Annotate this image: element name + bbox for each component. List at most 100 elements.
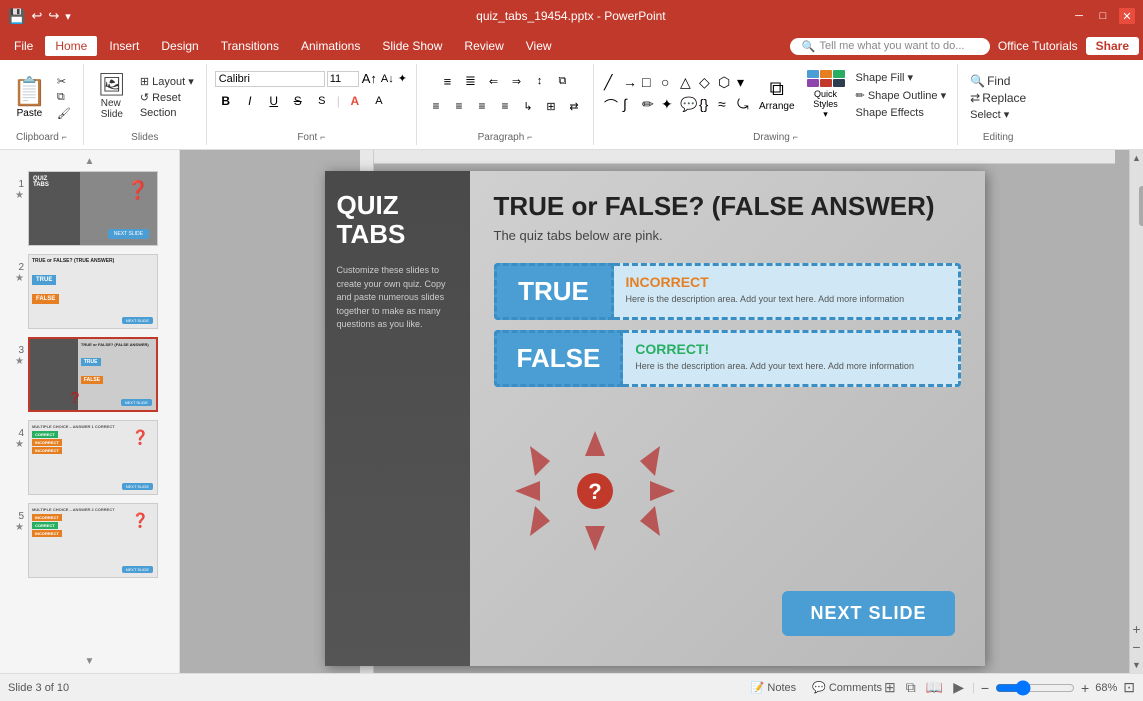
zoom-in-button[interactable]: + xyxy=(1081,680,1089,696)
font-size-input[interactable] xyxy=(327,71,359,87)
fit-window-button[interactable]: ⊡ xyxy=(1123,679,1135,696)
next-slide-button[interactable]: NEXT SLIDE xyxy=(782,591,954,636)
reading-view-button[interactable]: 📖 xyxy=(924,677,945,698)
align-left-button[interactable]: ≡ xyxy=(425,95,447,117)
reset-button[interactable]: ↺ Reset xyxy=(136,90,198,105)
line-spacing-button[interactable]: ↕ xyxy=(528,70,550,92)
underline-button[interactable]: U xyxy=(263,90,285,112)
save-icon[interactable]: 💾 xyxy=(8,8,25,25)
shape-bracket[interactable]: {} xyxy=(697,94,715,118)
menu-file[interactable]: File xyxy=(4,36,43,56)
font-color-button[interactable]: A xyxy=(344,90,366,112)
cut-button[interactable]: ✂ xyxy=(53,74,75,89)
normal-view-button[interactable]: ⊞ xyxy=(882,677,898,698)
shape-fill-button[interactable]: Shape Fill ▾ xyxy=(853,70,950,85)
panel-scroll-down[interactable]: ▼ xyxy=(4,654,175,669)
notes-button[interactable]: 📝 Notes xyxy=(751,681,796,694)
clear-format-button[interactable]: ✦ xyxy=(397,71,408,86)
shape-bezier[interactable]: ∫ xyxy=(621,94,639,118)
shape-circle[interactable]: ○ xyxy=(659,72,677,93)
zoom-out-button[interactable]: − xyxy=(981,680,989,696)
align-center-button[interactable]: ≡ xyxy=(448,95,470,117)
menu-review[interactable]: Review xyxy=(454,36,513,56)
shape-hexagon[interactable]: ⬡ xyxy=(716,72,734,93)
slide-thumb-4[interactable]: 4 ★ MULTIPLE CHOICE – ANSWER 1 CORRECT C… xyxy=(4,418,175,497)
decrease-indent-button[interactable]: ⇐ xyxy=(482,70,504,92)
increase-indent-button[interactable]: ⇒ xyxy=(505,70,527,92)
shape-equation[interactable]: ≈ xyxy=(716,94,734,118)
menu-view[interactable]: View xyxy=(516,36,562,56)
menu-slideshow[interactable]: Slide Show xyxy=(372,36,452,56)
shape-rect[interactable]: □ xyxy=(640,72,658,93)
shape-arrow[interactable]: → xyxy=(621,72,639,93)
minimize-button[interactable]: ─ xyxy=(1071,8,1087,24)
slideshow-button[interactable]: ▶ xyxy=(951,677,966,698)
convert-button[interactable]: ⇄ xyxy=(563,95,585,117)
italic-button[interactable]: I xyxy=(239,90,261,112)
shape-diamond[interactable]: ◇ xyxy=(697,72,715,93)
justify-button[interactable]: ≡ xyxy=(494,95,516,117)
redo-icon[interactable]: ↪ xyxy=(48,8,59,24)
text-highlight-button[interactable]: A xyxy=(368,90,390,112)
slide-thumb-img-4[interactable]: MULTIPLE CHOICE – ANSWER 1 CORRECT CORRE… xyxy=(28,420,158,495)
text-shadow-button[interactable]: S xyxy=(311,90,333,112)
shape-line[interactable]: ╱ xyxy=(602,72,620,93)
columns-button[interactable]: ⧉ xyxy=(551,70,573,92)
align-right-button[interactable]: ≡ xyxy=(471,95,493,117)
text-direction-button[interactable]: ↳ xyxy=(517,95,539,117)
shape-more[interactable]: ▾ xyxy=(735,72,753,93)
smart-art-button[interactable]: ⊞ xyxy=(540,95,562,117)
menu-transitions[interactable]: Transitions xyxy=(211,36,289,56)
panel-scroll-up[interactable]: ▲ xyxy=(4,154,175,169)
zoom-slider[interactable] xyxy=(995,680,1075,696)
replace-button[interactable]: ⇄ Replace xyxy=(966,90,1030,106)
decrease-font-button[interactable]: A↓ xyxy=(380,72,395,86)
shape-outline-button[interactable]: ✏ Shape Outline ▾ xyxy=(853,88,950,103)
quick-styles-button[interactable]: Quick Styles ▾ xyxy=(801,68,851,122)
scroll-up-button[interactable]: ▲ xyxy=(1130,150,1143,166)
slide-thumb-2[interactable]: 2 ★ TRUE or FALSE? (TRUE ANSWER) TRUE FA… xyxy=(4,252,175,331)
numbering-button[interactable]: ≣ xyxy=(459,70,481,92)
format-painter-button[interactable]: 🖌 xyxy=(53,106,75,121)
zoom-in-side[interactable]: + xyxy=(1132,621,1140,637)
slide-thumb-img-1[interactable]: QUIZTABS ❓ NEXT SLIDE xyxy=(28,171,158,246)
shape-scroll[interactable]: ⤿ xyxy=(735,94,753,118)
zoom-out-side[interactable]: − xyxy=(1132,639,1140,655)
strikethrough-button[interactable]: S xyxy=(287,90,309,112)
menu-design[interactable]: Design xyxy=(151,36,208,56)
menu-home[interactable]: Home xyxy=(45,36,97,56)
shape-freeform[interactable]: ✏ xyxy=(640,94,658,118)
menu-insert[interactable]: Insert xyxy=(99,36,149,56)
slide-sorter-button[interactable]: ⧉ xyxy=(904,677,918,698)
slide-thumb-img-2[interactable]: TRUE or FALSE? (TRUE ANSWER) TRUE FALSE … xyxy=(28,254,158,329)
arrange-button[interactable]: ⧉ Arrange xyxy=(755,76,799,114)
slide-thumb-img-5[interactable]: MULTIPLE CHOICE – ANSWER 2 CORRECT INCOR… xyxy=(28,503,158,578)
slide-thumb-5[interactable]: 5 ★ MULTIPLE CHOICE – ANSWER 2 CORRECT I… xyxy=(4,501,175,580)
shape-star[interactable]: ✦ xyxy=(659,94,677,118)
paste-button[interactable]: 📋 Paste xyxy=(8,73,51,121)
layout-button[interactable]: ⊞ Layout ▾ xyxy=(136,74,198,89)
close-button[interactable]: ✕ xyxy=(1119,8,1135,24)
shape-effects-button[interactable]: Shape Effects xyxy=(853,106,950,120)
copy-button[interactable]: ⧉ xyxy=(53,90,75,105)
slide-thumb-3[interactable]: 3 ★ TRUE or FALSE? (FALSE ANSWER) TRUE F… xyxy=(4,335,175,414)
comments-button[interactable]: 💬 Comments xyxy=(812,681,882,694)
maximize-button[interactable]: □ xyxy=(1095,8,1111,24)
new-slide-button[interactable]: 🖼 NewSlide xyxy=(92,72,132,122)
scroll-thumb[interactable] xyxy=(1139,186,1143,226)
share-button[interactable]: Share xyxy=(1086,37,1139,55)
bold-button[interactable]: B xyxy=(215,90,237,112)
bullets-button[interactable]: ≡ xyxy=(436,70,458,92)
select-button[interactable]: Select ▾ xyxy=(966,107,1030,122)
help-search-box[interactable]: 🔍 Tell me what you want to do... xyxy=(790,38,990,55)
slide-thumb-1[interactable]: 1 ★ QUIZTABS ❓ NEXT SLIDE xyxy=(4,169,175,248)
menu-animations[interactable]: Animations xyxy=(291,36,370,56)
scroll-down-button[interactable]: ▼ xyxy=(1130,657,1143,673)
font-name-input[interactable] xyxy=(215,71,325,87)
office-tutorials-link[interactable]: Office Tutorials xyxy=(998,39,1078,53)
find-button[interactable]: 🔍 Find xyxy=(966,73,1030,89)
shape-triangle[interactable]: △ xyxy=(678,72,696,93)
right-scrollbar[interactable]: ▲ + − ▼ xyxy=(1129,150,1143,673)
undo-icon[interactable]: ↩ xyxy=(31,8,42,24)
shape-curve[interactable]: ⌒ xyxy=(602,94,620,118)
